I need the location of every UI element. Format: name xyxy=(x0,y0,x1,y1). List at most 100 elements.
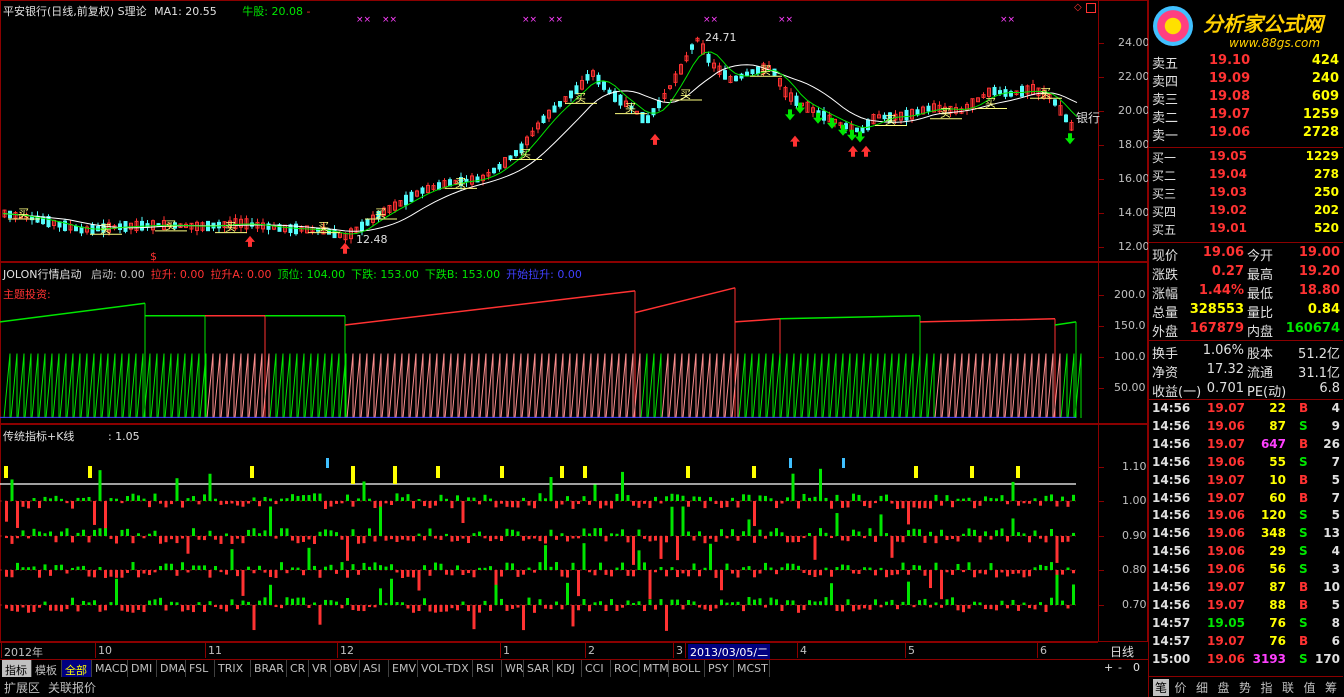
indicator2-bar xyxy=(412,605,415,613)
expand-area-tab[interactable]: 扩展区 xyxy=(4,679,40,696)
trade-volume: 60 xyxy=(1269,490,1286,505)
indicator1-osc-rise xyxy=(997,353,1005,419)
indicator2-bar xyxy=(978,501,982,506)
indicator2-bar xyxy=(302,536,305,542)
indicator-tab-dmi[interactable]: DMI xyxy=(128,660,157,678)
indicator2-bar xyxy=(1072,570,1075,574)
right-tab-1[interactable]: 价 xyxy=(1175,679,1187,696)
indicator2-bar xyxy=(313,565,316,570)
right-tab-5[interactable]: 指 xyxy=(1261,679,1273,696)
trade-price: 19.06 xyxy=(1207,651,1245,666)
indicator2-y-tick xyxy=(1099,570,1104,571)
candle-body xyxy=(74,225,78,232)
indicator-tab-emv[interactable]: EMV xyxy=(389,660,418,678)
indicator2-bar xyxy=(978,602,982,605)
related-quote-tab[interactable]: 关联报价 xyxy=(48,679,96,696)
indicator2-bar xyxy=(1017,605,1020,611)
indicator2-bar xyxy=(489,498,492,501)
indicator-tab-rsi[interactable]: RSI xyxy=(473,660,502,678)
indicator2-bar xyxy=(104,528,107,536)
indicator2-bar xyxy=(956,536,960,542)
indicator2-bar xyxy=(93,570,96,578)
indicator2-bar xyxy=(27,605,30,613)
indicator2-bar xyxy=(247,566,250,570)
indicator-tab-全部[interactable]: 全部 xyxy=(62,660,92,678)
indicator-tab-mtm[interactable]: MTM xyxy=(640,660,669,678)
zoom-in-button[interactable]: + xyxy=(1104,661,1113,674)
indicator2-bar xyxy=(307,547,311,570)
indicator-tab-brar[interactable]: BRAR xyxy=(251,660,287,678)
indicator2-bar xyxy=(588,501,591,505)
panel-menu-icon[interactable] xyxy=(1086,3,1096,13)
indicator2-bar xyxy=(791,473,795,501)
price-chart[interactable]: 买买买买买买买买买买买买买买买买×× ×× ×× ×× ×× ×× ×× xyxy=(0,14,1098,262)
indicator2-bar xyxy=(1017,501,1020,506)
indicator-tab-boll[interactable]: BOLL xyxy=(669,660,705,678)
zoom-reset-button[interactable]: 0 xyxy=(1133,661,1140,674)
right-tab-4[interactable]: 势 xyxy=(1239,679,1251,696)
logo-text: 分析家公式网 xyxy=(1203,12,1323,36)
indicator2-bar xyxy=(615,533,619,536)
candle-body xyxy=(57,221,62,228)
quote-divider xyxy=(1149,340,1343,341)
panel-close-icon[interactable]: ◇ xyxy=(1074,3,1084,13)
indicator2-bar xyxy=(1061,570,1064,575)
indicator-tab-cr[interactable]: CR xyxy=(287,660,309,678)
indicator2-bar xyxy=(395,493,399,501)
indicator2-bar xyxy=(214,536,217,540)
indicator2-bar xyxy=(951,570,954,575)
indicator-tab-trix[interactable]: TRIX xyxy=(215,660,251,678)
indicator-tab-roc[interactable]: ROC xyxy=(611,660,640,678)
buy-level-row: 买二 19.04 278 xyxy=(1149,166,1343,184)
buy-level-row: 买五 19.01 520 xyxy=(1149,220,1343,238)
indicator2-bar xyxy=(753,501,756,527)
right-tab-8[interactable]: 筹 xyxy=(1325,679,1337,696)
indicator-tab-vol-tdx[interactable]: VOL-TDX xyxy=(418,660,473,678)
indicator-tab-cci[interactable]: CCI xyxy=(582,660,611,678)
indicator-tab-asi[interactable]: ASI xyxy=(360,660,389,678)
right-tab-2[interactable]: 细 xyxy=(1196,679,1208,696)
indicator2-bar xyxy=(599,528,602,536)
period-label[interactable]: 日线 xyxy=(1110,643,1134,660)
indicator-tab-kdj[interactable]: KDJ xyxy=(553,660,582,678)
indicator-tab-指标[interactable]: 指标 xyxy=(2,660,32,678)
trade-side: B xyxy=(1299,472,1309,487)
indicator1-osc-rise xyxy=(955,353,963,419)
indicator2-bar xyxy=(406,570,410,577)
right-tab-6[interactable]: 联 xyxy=(1282,679,1294,696)
indicator-tab-模板[interactable]: 模板 xyxy=(32,660,62,678)
indicator2-bar xyxy=(544,536,547,544)
indicator2-bar xyxy=(247,601,250,605)
indicator2-bar xyxy=(1028,605,1031,609)
indicator-tab-mcst[interactable]: MCST xyxy=(734,660,770,678)
indicator2-bar xyxy=(643,501,646,504)
indicator-tab-fsl[interactable]: FSL xyxy=(186,660,215,678)
indicator2-bar xyxy=(307,605,311,608)
indicator2-bar xyxy=(973,501,976,509)
indicator1-osc-rise xyxy=(395,353,403,419)
indicator-tab-wr[interactable]: WR xyxy=(502,660,524,678)
indicator2-chart[interactable] xyxy=(0,424,1098,642)
right-tab-3[interactable]: 盘 xyxy=(1218,679,1230,696)
indicator-tab-psy[interactable]: PSY xyxy=(705,660,734,678)
indicator2-bar xyxy=(797,565,800,570)
indicator-tab-dma[interactable]: DMA xyxy=(157,660,186,678)
indicator1-osc-rise xyxy=(885,353,893,419)
right-tab-7[interactable]: 值 xyxy=(1304,679,1316,696)
indicator-tab-macd[interactable]: MACD xyxy=(92,660,128,678)
indicator-tab-vr[interactable]: VR xyxy=(309,660,331,678)
indicator1-osc-rise xyxy=(129,353,137,419)
indicator-tab-obv[interactable]: OBV xyxy=(331,660,360,678)
zoom-out-button[interactable]: - xyxy=(1118,661,1122,674)
indicator-tab-sar[interactable]: SAR xyxy=(524,660,553,678)
candle-body xyxy=(690,44,694,50)
indicator1-chart[interactable] xyxy=(0,262,1098,424)
indicator1-osc-rise xyxy=(283,353,291,419)
sell-level-row: 卖二 19.07 1259 xyxy=(1149,106,1343,126)
indicator2-bar xyxy=(709,543,712,570)
indicator2-bar xyxy=(93,600,96,605)
buy-signal-label: 买 xyxy=(455,176,466,189)
indicator2-bar xyxy=(709,497,712,501)
right-tab-0[interactable]: 笔 xyxy=(1153,679,1170,696)
trade-count: 7 xyxy=(1331,454,1340,469)
